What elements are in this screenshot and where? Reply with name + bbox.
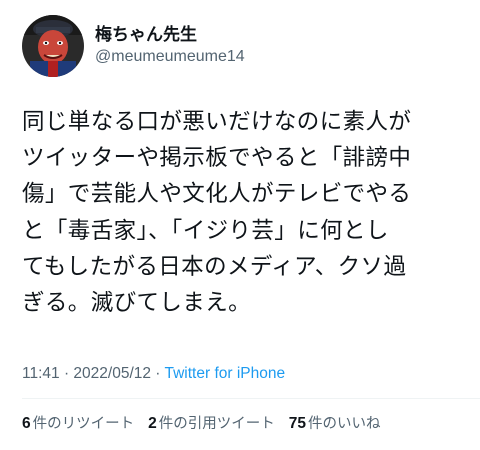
avatar[interactable]	[22, 15, 84, 77]
tweet-date[interactable]: 2022/05/12	[73, 365, 151, 382]
retweets-label: 件のリツイート	[32, 416, 135, 432]
likes-stat[interactable]: 75 件のいいね	[289, 413, 381, 435]
quotes-stat[interactable]: 2 件の引用ツイート	[148, 413, 275, 435]
tweet-header: 梅ちゃん先生 @meumeumeume14	[22, 14, 245, 78]
tweet-card: 梅ちゃん先生 @meumeumeume14 同じ単なる口が悪いだけなのに素人が …	[0, 0, 480, 450]
user-names: 梅ちゃん先生 @meumeumeume14	[95, 24, 245, 68]
tweet-time[interactable]: 11:41	[22, 365, 60, 382]
user-handle[interactable]: @meumeumeume14	[95, 46, 245, 68]
tweet-meta: 11:41 · 2022/05/12 · Twitter for iPhone	[22, 363, 285, 385]
tweet-text-line: ツイッターや掲示板でやると「誹謗中	[22, 145, 412, 172]
display-name[interactable]: 梅ちゃん先生	[95, 24, 245, 46]
meta-separator: ·	[151, 365, 165, 382]
tweet-text-line: てもしたがる日本のメディア、クソ過	[22, 253, 407, 280]
retweets-stat[interactable]: 6 件のリツイート	[22, 413, 134, 435]
quotes-count: 2	[148, 415, 157, 432]
meta-separator: ·	[59, 365, 74, 382]
tweet-text-line: 同じ単なる口が悪いだけなのに素人が	[22, 109, 412, 135]
tweet-source-link[interactable]: Twitter for iPhone	[165, 365, 286, 382]
likes-label: 件のいいね	[308, 416, 381, 432]
tweet-stats: 6 件のリツイート 2 件の引用ツイート 75 件のいいね	[22, 413, 395, 435]
avatar-image	[22, 15, 84, 77]
tweet-text: 同じ単なる口が悪いだけなのに素人が ツイッターや掲示板でやると「誹謗中 傷」で芸…	[22, 104, 462, 321]
tweet-text-line: と「毒舌家」、「イジり芸」に何とし	[22, 217, 389, 244]
tweet-text-line: 傷」で芸能人や文化人がテレビでやる	[22, 181, 412, 208]
divider	[22, 398, 480, 399]
quotes-label: 件の引用ツイート	[158, 416, 275, 432]
retweets-count: 6	[22, 415, 31, 432]
likes-count: 75	[288, 415, 306, 432]
tweet-text-line: ぎる。滅びてしまえ。	[22, 290, 252, 317]
